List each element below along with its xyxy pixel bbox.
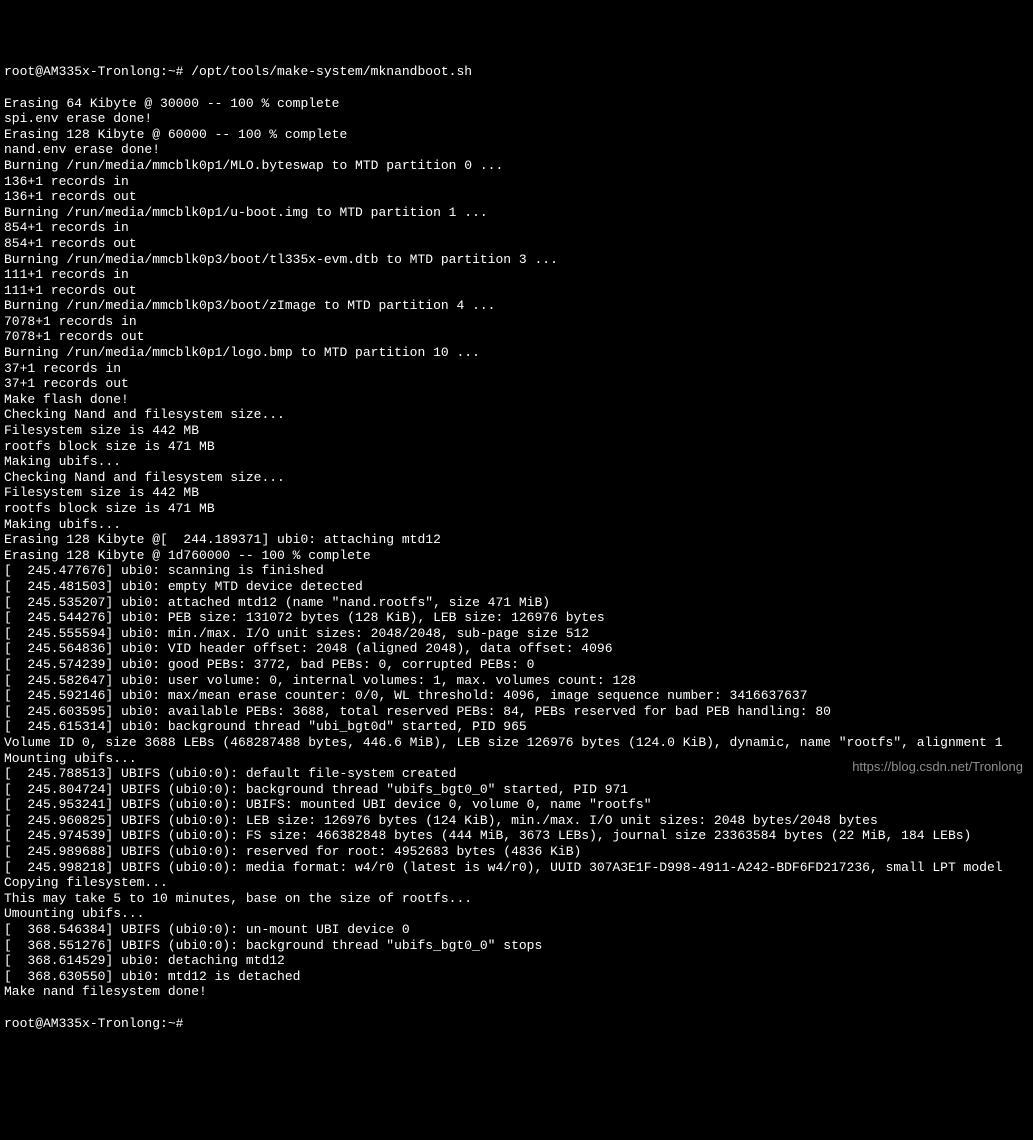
terminal-line: Burning /run/media/mmcblk0p3/boot/tl335x…: [4, 252, 1029, 268]
terminal-line: [ 245.582647] ubi0: user volume: 0, inte…: [4, 673, 1029, 689]
terminal-line: Copying filesystem...: [4, 875, 1029, 891]
terminal-line: Burning /run/media/mmcblk0p1/u-boot.img …: [4, 205, 1029, 221]
terminal-line: [ 368.546384] UBIFS (ubi0:0): un-mount U…: [4, 922, 1029, 938]
terminal-line: [ 245.481503] ubi0: empty MTD device det…: [4, 579, 1029, 595]
terminal-line: [ 245.953241] UBIFS (ubi0:0): UBIFS: mou…: [4, 797, 1029, 813]
terminal-line: Make flash done!: [4, 392, 1029, 408]
terminal-line: [ 368.551276] UBIFS (ubi0:0): background…: [4, 938, 1029, 954]
terminal-line: This may take 5 to 10 minutes, base on t…: [4, 891, 1029, 907]
terminal-line: Making ubifs...: [4, 454, 1029, 470]
terminal-line: Filesystem size is 442 MB: [4, 485, 1029, 501]
terminal-line: Checking Nand and filesystem size...: [4, 470, 1029, 486]
shell-prompt-idle[interactable]: root@AM335x-Tronlong:~#: [4, 1016, 1029, 1032]
terminal-line: 111+1 records out: [4, 283, 1029, 299]
terminal-line: Checking Nand and filesystem size...: [4, 407, 1029, 423]
terminal-line: 37+1 records out: [4, 376, 1029, 392]
terminal-line: 136+1 records in: [4, 174, 1029, 190]
terminal-line: 111+1 records in: [4, 267, 1029, 283]
terminal-line: spi.env erase done!: [4, 111, 1029, 127]
terminal-line: rootfs block size is 471 MB: [4, 501, 1029, 517]
terminal-line: [ 245.960825] UBIFS (ubi0:0): LEB size: …: [4, 813, 1029, 829]
terminal-line: 854+1 records in: [4, 220, 1029, 236]
terminal-line: [ 245.555594] ubi0: min./max. I/O unit s…: [4, 626, 1029, 642]
terminal-line: Erasing 128 Kibyte @ 60000 -- 100 % comp…: [4, 127, 1029, 143]
terminal-line: [ 245.804724] UBIFS (ubi0:0): background…: [4, 782, 1029, 798]
terminal-line: 7078+1 records in: [4, 314, 1029, 330]
terminal-line: Burning /run/media/mmcblk0p1/MLO.byteswa…: [4, 158, 1029, 174]
terminal-line: nand.env erase done!: [4, 142, 1029, 158]
terminal-line: 37+1 records in: [4, 361, 1029, 377]
terminal-line: [ 368.630550] ubi0: mtd12 is detached: [4, 969, 1029, 985]
terminal-line: 136+1 records out: [4, 189, 1029, 205]
terminal-line: [ 245.535207] ubi0: attached mtd12 (name…: [4, 595, 1029, 611]
terminal-line: [ 245.603595] ubi0: available PEBs: 3688…: [4, 704, 1029, 720]
terminal-line: Burning /run/media/mmcblk0p1/logo.bmp to…: [4, 345, 1029, 361]
terminal-line: [ 245.989688] UBIFS (ubi0:0): reserved f…: [4, 844, 1029, 860]
terminal-line: Make nand filesystem done!: [4, 984, 1029, 1000]
terminal-line: Filesystem size is 442 MB: [4, 423, 1029, 439]
terminal-line: 854+1 records out: [4, 236, 1029, 252]
watermark-text: https://blog.csdn.net/Tronlong: [852, 759, 1023, 775]
terminal-line: [ 245.564836] ubi0: VID header offset: 2…: [4, 641, 1029, 657]
terminal-line: rootfs block size is 471 MB: [4, 439, 1029, 455]
terminal-line: [ 245.615314] ubi0: background thread "u…: [4, 719, 1029, 735]
terminal-line: [ 368.614529] ubi0: detaching mtd12: [4, 953, 1029, 969]
terminal-output: Erasing 64 Kibyte @ 30000 -- 100 % compl…: [4, 96, 1029, 1000]
terminal-line: [ 245.477676] ubi0: scanning is finished: [4, 563, 1029, 579]
terminal-line: Erasing 64 Kibyte @ 30000 -- 100 % compl…: [4, 96, 1029, 112]
terminal-line: [ 245.544276] ubi0: PEB size: 131072 byt…: [4, 610, 1029, 626]
terminal-line: [ 245.574239] ubi0: good PEBs: 3772, bad…: [4, 657, 1029, 673]
terminal-line: [ 245.974539] UBIFS (ubi0:0): FS size: 4…: [4, 828, 1029, 844]
terminal-line: Volume ID 0, size 3688 LEBs (468287488 b…: [4, 735, 1029, 751]
terminal-line: Erasing 128 Kibyte @[ 244.189371] ubi0: …: [4, 532, 1029, 548]
terminal-line: Making ubifs...: [4, 517, 1029, 533]
shell-prompt-command[interactable]: root@AM335x-Tronlong:~# /opt/tools/make-…: [4, 64, 1029, 80]
terminal-line: [ 245.592146] ubi0: max/mean erase count…: [4, 688, 1029, 704]
terminal-line: Erasing 128 Kibyte @ 1d760000 -- 100 % c…: [4, 548, 1029, 564]
terminal-line: Burning /run/media/mmcblk0p3/boot/zImage…: [4, 298, 1029, 314]
terminal-line: Umounting ubifs...: [4, 906, 1029, 922]
terminal-line: 7078+1 records out: [4, 329, 1029, 345]
terminal-line: [ 245.998218] UBIFS (ubi0:0): media form…: [4, 860, 1029, 876]
